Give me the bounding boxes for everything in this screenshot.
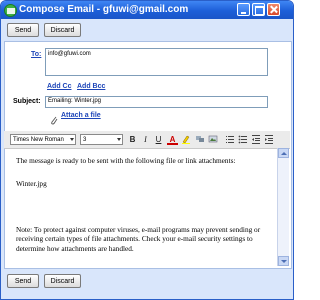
compose-window: Compose Email - gfuwi@gmail.com Send Dis…: [0, 0, 294, 300]
bullet-list-icon[interactable]: [237, 134, 248, 145]
font-family-select[interactable]: Times New Roman: [10, 134, 76, 145]
paperclip-icon: [50, 112, 58, 130]
minimize-icon[interactable]: [237, 3, 250, 16]
title-bar: Compose Email - gfuwi@gmail.com: [1, 1, 293, 19]
body-line-1: The message is ready to be sent with the…: [16, 156, 236, 165]
app-icon: [4, 4, 17, 17]
body-line-2: Winter.jpg: [16, 179, 47, 188]
close-icon[interactable]: [267, 3, 280, 16]
subject-field[interactable]: Emailing: Winter.jpg: [45, 96, 268, 108]
add-bcc-link[interactable]: Add Bcc: [77, 83, 105, 90]
numbered-list-icon[interactable]: [224, 134, 235, 145]
insert-link-icon[interactable]: [194, 134, 205, 145]
editor-scrollbar[interactable]: [277, 148, 289, 266]
highlight-icon[interactable]: [180, 134, 191, 145]
font-size-select[interactable]: 3: [80, 134, 123, 145]
subject-label: Subject:: [13, 98, 41, 105]
maximize-icon[interactable]: [252, 3, 265, 16]
discard-button-top[interactable]: Discard: [44, 23, 81, 37]
insert-image-icon[interactable]: [207, 134, 218, 145]
indent-icon[interactable]: [263, 134, 274, 145]
to-value: info@gfuwi.com: [48, 51, 91, 57]
italic-icon[interactable]: I: [140, 134, 151, 145]
body-line-3: Note: To protect against computer viruse…: [16, 225, 261, 253]
send-button-bottom[interactable]: Send: [7, 274, 39, 288]
formatting-toolbar: Times New Roman 3 B I U A: [4, 131, 290, 149]
message-body-editor[interactable]: The message is ready to be sent with the…: [6, 149, 277, 265]
attach-file-link[interactable]: Attach a file: [61, 112, 101, 119]
underline-icon[interactable]: U: [153, 134, 164, 145]
window-title: Compose Email - gfuwi@gmail.com: [19, 4, 189, 15]
scroll-down-icon[interactable]: [278, 256, 289, 266]
scroll-up-icon[interactable]: [278, 148, 289, 158]
subject-value: Emailing: Winter.jpg: [48, 98, 102, 104]
bold-icon[interactable]: B: [127, 134, 138, 145]
font-family-value: Times New Roman: [13, 137, 64, 143]
outdent-icon[interactable]: [250, 134, 261, 145]
to-field[interactable]: info@gfuwi.com: [45, 48, 268, 76]
send-button-top[interactable]: Send: [7, 23, 39, 37]
discard-button-bottom[interactable]: Discard: [44, 274, 81, 288]
add-cc-link[interactable]: Add Cc: [47, 83, 72, 90]
font-size-value: 3: [83, 137, 87, 143]
font-color-icon[interactable]: A: [167, 134, 178, 145]
to-label-link[interactable]: To:: [31, 51, 41, 58]
